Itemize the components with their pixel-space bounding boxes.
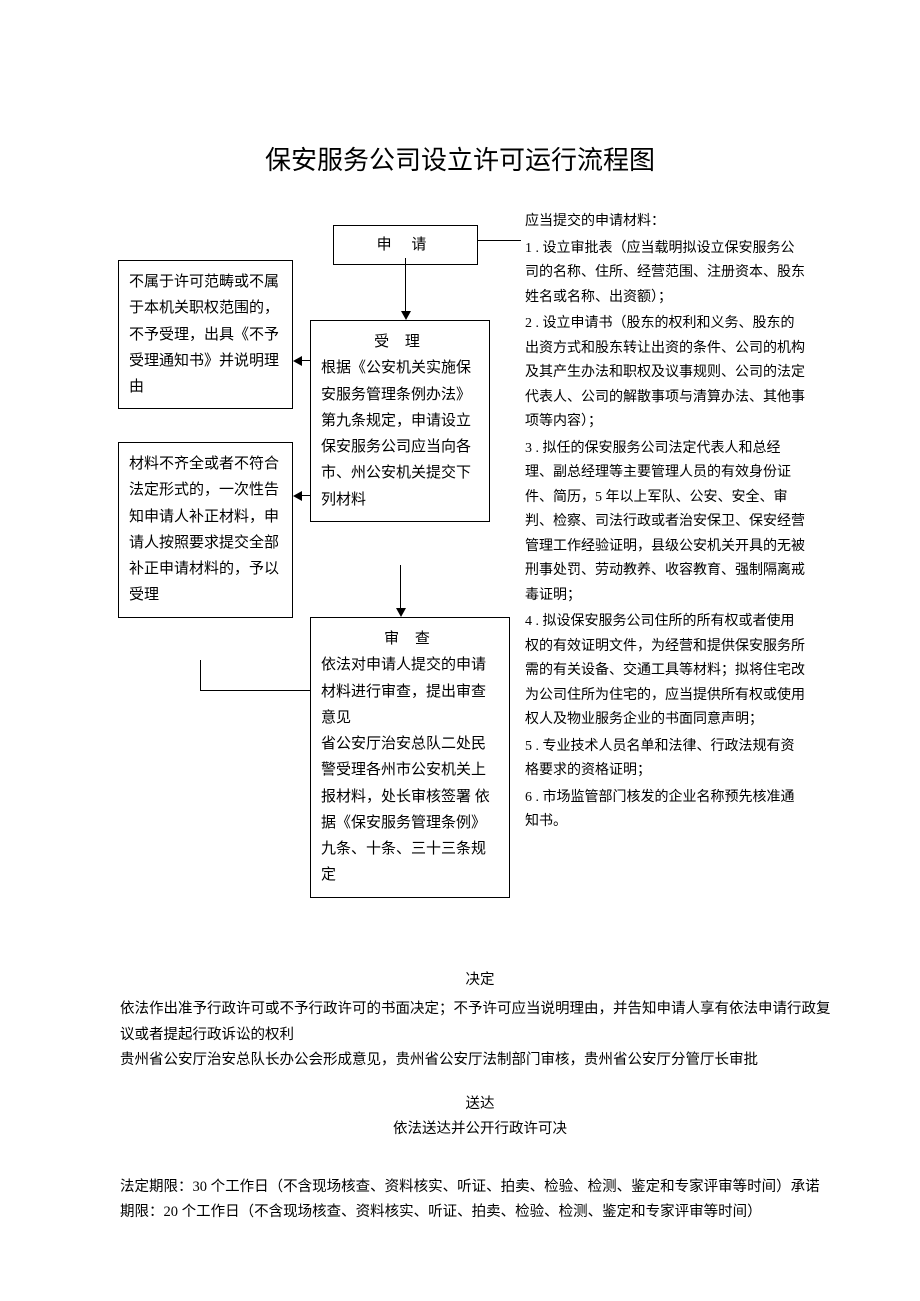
decide-line: 贵州省公安厅治安总队长办公会形成意见，贵州省公安厅法制部门审核，贵州省公安厅分管… [120,1048,840,1073]
connector [200,690,310,691]
deliver-title: 送达 [120,1092,840,1117]
connector [478,240,521,241]
node-reject-scope: 不属于许可范畴或不属于本机关职权范围的，不予受理，出具《不予受理通知书》并说明理… [118,260,293,409]
node-apply-label: 申 请 [377,237,435,253]
materials-item: 4 . 拟设保安服务公司住所的所有权或者使用权的有效证明文件，为经营和提供保安服… [525,610,805,733]
deliver-body: 依法送达并公开行政许可决 [120,1117,840,1142]
node-accept: 受 理 根据《公安机关实施保安服务管理条例办法》第九条规定，申请设立保安服务公司… [310,320,490,522]
page: 保安服务公司设立许可运行流程图 申 请 受 理 根据《公安机关实施保安服务管理条… [0,0,920,1301]
node-incomplete: 材料不齐全或者不符合法定形式的，一次性告知申请人补正材料，申请人按照要求提交全部… [118,442,293,618]
deadline-line: 法定期限：30 个工作日（不含现场核查、资料核实、听证、拍卖、检验、检测、鉴定和… [120,1175,840,1200]
section-decide: 决定 依法作出准予行政许可或不予行政许可的书面决定；不予许可应当说明理由，并告知… [120,968,840,1074]
page-title: 保安服务公司设立许可运行流程图 [0,140,920,177]
node-review-title: 审 查 [321,626,499,652]
materials-item: 2 . 设立申请书（股东的权利和义务、股东的出资方式和股东转让出资的条件、公司的… [525,312,805,435]
node-reject-scope-text: 不属于许可范畴或不属于本机关职权范围的，不予受理，出具《不予受理通知书》并说明理… [129,274,279,395]
materials-item: 6 . 市场监管部门核发的企业名称预先核准通知书。 [525,786,805,835]
node-accept-title: 受 理 [321,329,479,355]
materials-list: 应当提交的申请材料： 1 . 设立审批表（应当载明拟设立保安服务公司的名称、住所… [525,210,805,837]
node-incomplete-text: 材料不齐全或者不符合法定形式的，一次性告知申请人补正材料，申请人按照要求提交全部… [129,456,279,603]
section-deliver: 送达 依法送达并公开行政许可决 [120,1092,840,1143]
node-review-body: 依法对申请人提交的申请材料进行审查，提出审查意见 省公安厅治安总队二处民警受理各… [321,652,499,888]
connector [200,660,201,690]
decide-title: 决定 [120,968,840,993]
materials-item: 5 . 专业技术人员名单和法律、行政法规有资格要求的资格证明； [525,735,805,784]
deadline-line: 期限：20 个工作日（不含现场核查、资料核实、听证、拍卖、检验、检测、鉴定和专家… [120,1200,840,1225]
node-accept-body: 根据《公安机关实施保安服务管理条例办法》第九条规定，申请设立保安服务公司应当向各… [321,355,479,513]
materials-head: 应当提交的申请材料： [525,210,805,235]
materials-item: 3 . 拟任的保安服务公司法定代表人和总经理、副总经理等主要管理人员的有效身份证… [525,437,805,609]
node-review: 审 查 依法对申请人提交的申请材料进行审查，提出审查意见 省公安厅治安总队二处民… [310,617,510,898]
materials-item: 1 . 设立审批表（应当载明拟设立保安服务公司的名称、住所、经营范围、注册资本、… [525,237,805,311]
section-deadline: 法定期限：30 个工作日（不含现场核查、资料核实、听证、拍卖、检验、检测、鉴定和… [120,1175,840,1226]
decide-line: 依法作出准予行政许可或不予行政许可的书面决定；不予许可应当说明理由，并告知申请人… [120,997,840,1048]
